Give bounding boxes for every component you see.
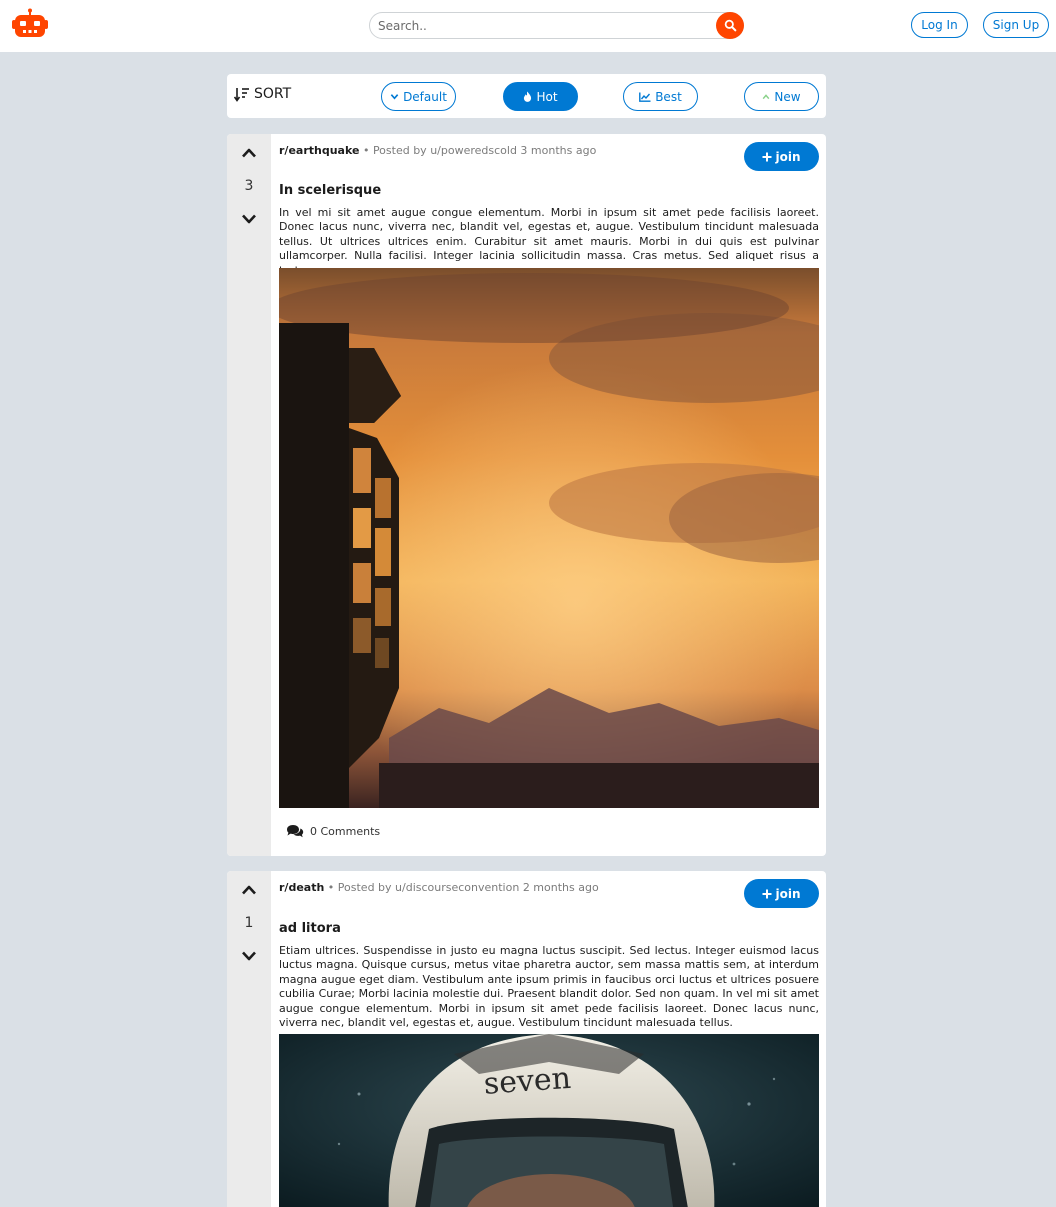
comments-link[interactable]: 0 Comments xyxy=(286,824,380,838)
upvote-button[interactable] xyxy=(239,145,259,161)
login-button[interactable]: Log In xyxy=(911,12,968,38)
search-bar xyxy=(369,12,744,39)
plus-icon xyxy=(762,889,772,898)
post-image[interactable] xyxy=(279,268,819,808)
post-card: 1 r/death • Posted by u/discourseconvent… xyxy=(227,871,826,1207)
sort-new-button[interactable]: New xyxy=(744,82,819,111)
sunset-building-photo xyxy=(279,268,819,808)
sort-best-button[interactable]: Best xyxy=(623,82,698,111)
post-body: Etiam ultrices. Suspendisse in justo eu … xyxy=(279,944,819,1030)
post-image[interactable]: seven xyxy=(279,1034,819,1207)
sort-bar: SORT Default Hot Best New xyxy=(227,74,826,118)
vote-column: 1 xyxy=(227,871,271,1207)
sort-heading: SORT xyxy=(234,86,291,102)
join-label: join xyxy=(775,886,801,901)
join-button[interactable]: join xyxy=(744,142,819,171)
vote-column: 3 xyxy=(227,134,271,856)
fire-icon xyxy=(524,91,532,102)
search-icon xyxy=(724,19,736,32)
robot-icon[interactable] xyxy=(10,8,50,40)
sort-title: SORT xyxy=(254,86,292,102)
post-meta: r/death • Posted by u/discourseconventio… xyxy=(279,881,599,894)
vote-count: 1 xyxy=(244,915,254,931)
sort-default-label: Default xyxy=(403,89,447,104)
sort-icon xyxy=(234,87,249,102)
subreddit-link[interactable]: r/death xyxy=(279,881,324,894)
downvote-button[interactable] xyxy=(239,211,259,227)
subreddit-link[interactable]: r/earthquake xyxy=(279,144,359,157)
join-button[interactable]: join xyxy=(744,879,819,908)
chart-line-icon xyxy=(639,92,651,102)
sort-default-button[interactable]: Default xyxy=(381,82,456,111)
search-input[interactable] xyxy=(378,16,708,36)
chevron-up-icon xyxy=(242,148,256,158)
post-meta: r/earthquake • Posted by u/poweredscold … xyxy=(279,144,596,157)
chevron-down-icon xyxy=(390,94,399,100)
posted-by: • Posted by u/poweredscold 3 months ago xyxy=(362,144,597,157)
helmet-brand-text: seven xyxy=(483,1061,572,1102)
top-nav-bar: Log In Sign Up xyxy=(0,0,1056,52)
chevron-up-icon xyxy=(763,93,770,99)
post-title[interactable]: In scelerisque xyxy=(279,183,381,198)
helmet-rider-photo: seven xyxy=(279,1034,819,1207)
signup-button[interactable]: Sign Up xyxy=(983,12,1049,38)
plus-icon xyxy=(762,152,772,161)
sort-hot-label: Hot xyxy=(536,89,558,104)
comments-icon xyxy=(287,825,304,838)
chevron-down-icon xyxy=(242,951,256,961)
chevron-down-icon xyxy=(242,214,256,224)
post-card: 3 r/earthquake • Posted by u/poweredscol… xyxy=(227,134,826,856)
join-label: join xyxy=(775,149,801,164)
post-title[interactable]: ad litora xyxy=(279,921,341,936)
sort-best-label: Best xyxy=(655,89,682,104)
chevron-up-icon xyxy=(242,885,256,895)
downvote-button[interactable] xyxy=(239,948,259,964)
sort-hot-button[interactable]: Hot xyxy=(503,82,578,111)
comments-count: 0 Comments xyxy=(310,824,381,838)
upvote-button[interactable] xyxy=(239,882,259,898)
sort-new-label: New xyxy=(774,89,801,104)
vote-count: 3 xyxy=(244,178,254,194)
search-button[interactable] xyxy=(716,12,744,39)
posted-by: • Posted by u/discourseconvention 2 mont… xyxy=(327,881,599,894)
